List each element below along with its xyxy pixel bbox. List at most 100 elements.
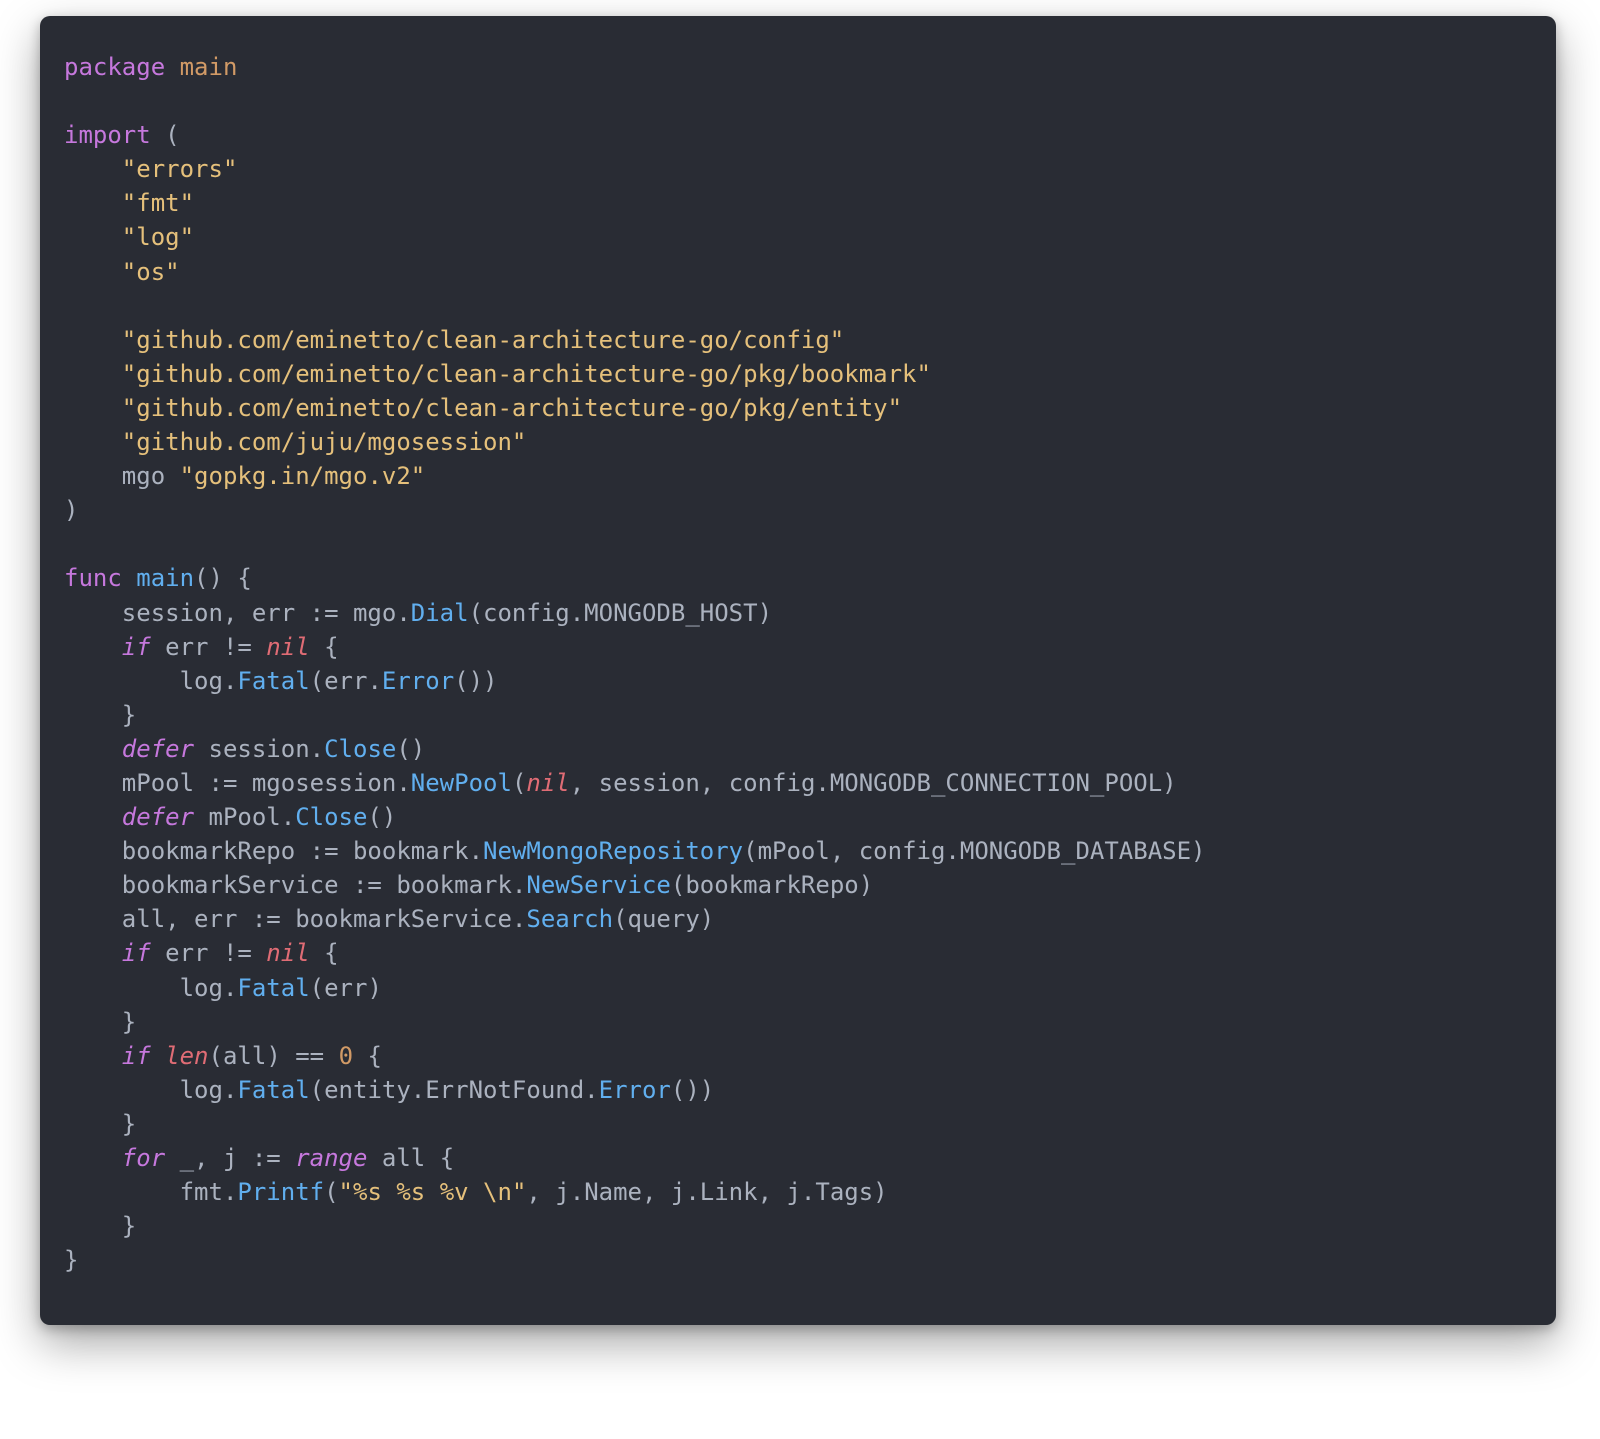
text: (bookmarkRepo) [671, 871, 873, 899]
text: log. [64, 667, 237, 695]
method: Close [324, 735, 396, 763]
kw-if: if [122, 633, 151, 661]
indent [64, 394, 122, 422]
len: len [165, 1042, 208, 1070]
kw-defer: defer [122, 803, 194, 831]
method: Fatal [237, 974, 309, 1002]
text: (entity.ErrNotFound. [310, 1076, 599, 1104]
brace: } [64, 1008, 136, 1036]
text: ()) [671, 1076, 714, 1104]
text: fmt. [64, 1178, 237, 1206]
space [165, 53, 179, 81]
text: log. [64, 974, 237, 1002]
method: NewMongoRepository [483, 837, 743, 865]
text: bookmarkRepo := bookmark. [64, 837, 483, 865]
text: log. [64, 1076, 237, 1104]
kw-range: range [295, 1144, 367, 1172]
text: () [396, 735, 425, 763]
indent [64, 326, 122, 354]
indent [64, 1042, 122, 1070]
text: { [310, 633, 339, 661]
import-path: "os" [122, 258, 180, 286]
import-path: "gopkg.in/mgo.v2" [180, 462, 426, 490]
paren: ( [165, 121, 179, 149]
string: "%s %s %v \n" [339, 1178, 527, 1206]
text: (mPool, config.MONGODB_DATABASE) [743, 837, 1205, 865]
text: ( [324, 1178, 338, 1206]
number: 0 [339, 1042, 353, 1070]
text: ( [512, 769, 526, 797]
method: Fatal [237, 1076, 309, 1104]
paren: ) [64, 496, 78, 524]
text: { [353, 1042, 382, 1070]
kw-package: package [64, 53, 165, 81]
kw-func: func [64, 564, 122, 592]
method: Error [599, 1076, 671, 1104]
indent [64, 155, 122, 183]
method: Search [526, 905, 613, 933]
kw-import: import [64, 121, 151, 149]
package-name: main [180, 53, 238, 81]
method: Dial [411, 599, 469, 627]
method: NewService [526, 871, 671, 899]
method: Printf [237, 1178, 324, 1206]
method: NewPool [411, 769, 512, 797]
kw-if: if [122, 939, 151, 967]
method: Close [295, 803, 367, 831]
text: bookmarkService := bookmark. [64, 871, 526, 899]
brace: } [64, 1110, 136, 1138]
text [151, 1042, 165, 1070]
indent [64, 189, 122, 217]
text: err != [151, 633, 267, 661]
import-path: "fmt" [122, 189, 194, 217]
indent [64, 939, 122, 967]
text: all { [367, 1144, 454, 1172]
text: ()) [454, 667, 497, 695]
text: (err) [310, 974, 382, 1002]
text: all, err := bookmarkService. [64, 905, 526, 933]
kw-if: if [122, 1042, 151, 1070]
import-path: "github.com/eminetto/clean-architecture-… [122, 360, 931, 388]
kw-for: for [122, 1144, 165, 1172]
indent [64, 633, 122, 661]
indent [64, 735, 122, 763]
text: (query) [613, 905, 714, 933]
func-name: main [136, 564, 194, 592]
method: Fatal [237, 667, 309, 695]
text: () [367, 803, 396, 831]
text: session, err := mgo. [64, 599, 411, 627]
nil: nil [266, 633, 309, 661]
indent [64, 1144, 122, 1172]
text: (err. [310, 667, 382, 695]
brace: } [64, 1246, 78, 1274]
text: , session, config.MONGODB_CONNECTION_POO… [570, 769, 1177, 797]
indent [64, 462, 122, 490]
indent [64, 428, 122, 456]
text: err != [151, 939, 267, 967]
text: { [310, 939, 339, 967]
text: (config.MONGODB_HOST) [469, 599, 772, 627]
text: (all) == [209, 1042, 339, 1070]
space [122, 564, 136, 592]
import-path: "github.com/eminetto/clean-architecture-… [122, 326, 844, 354]
brace: } [64, 1212, 136, 1240]
import-path: "log" [122, 223, 194, 251]
text: mPool := mgosession. [64, 769, 411, 797]
text: mPool. [194, 803, 295, 831]
text: session. [194, 735, 324, 763]
text: , j.Name, j.Link, j.Tags) [526, 1178, 887, 1206]
text: _, j := [165, 1144, 295, 1172]
nil: nil [526, 769, 569, 797]
indent [64, 223, 122, 251]
indent [64, 258, 122, 286]
code-block: package main import ( "errors" "fmt" "lo… [40, 16, 1556, 1325]
import-path: "github.com/eminetto/clean-architecture-… [122, 394, 902, 422]
method: Error [382, 667, 454, 695]
nil: nil [266, 939, 309, 967]
import-path: "github.com/juju/mgosession" [122, 428, 527, 456]
import-alias: mgo [122, 462, 165, 490]
indent [64, 360, 122, 388]
text: () { [194, 564, 252, 592]
brace: } [64, 701, 136, 729]
kw-defer: defer [122, 735, 194, 763]
